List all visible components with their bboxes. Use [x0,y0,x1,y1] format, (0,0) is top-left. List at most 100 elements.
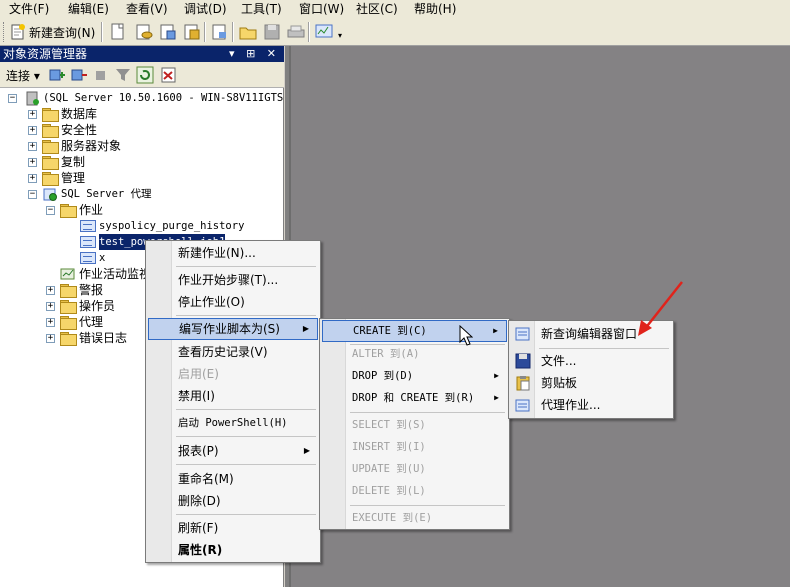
submenu-arrow-icon: ▶ [494,371,499,380]
menu-alter-to[interactable]: ALTER 到(A) [322,343,507,365]
menu-refresh[interactable]: 刷新(F) [148,517,318,539]
menu-label: 代理作业... [541,398,601,412]
expand-toggle[interactable]: + [28,142,37,151]
menu-label: CREATE 到(C) [353,325,427,337]
menu-label: DROP 到(D) [352,370,414,382]
object-explorer-toolbar: 连接 ▾ [0,62,284,88]
menu-rename[interactable]: 重命名(M) [148,468,318,490]
expand-toggle[interactable]: + [46,334,55,343]
menu-separator [539,348,669,349]
menu-script-job-as[interactable]: 编写作业脚本为(S) ▶ [148,318,318,340]
menu-stop-job[interactable]: 停止作业(O) [148,291,318,313]
new-file-icon[interactable] [108,22,128,42]
tree-label: 警报 [79,283,104,297]
expand-toggle[interactable]: + [28,110,37,119]
connect-object-icon[interactable] [48,66,66,84]
open-folder-icon[interactable] [238,22,258,42]
menu-debug[interactable]: 调试(D) [184,1,227,17]
menu-drop-create-to[interactable]: DROP 和 CREATE 到(R) ▶ [322,387,507,409]
menu-enable[interactable]: 启用(E) [148,363,318,385]
toolbar-overflow-icon[interactable]: ▾ [338,31,342,40]
expand-toggle[interactable]: + [28,126,37,135]
expand-toggle[interactable]: − [46,206,55,215]
tree-label: 操作员 [79,299,116,313]
dmx-query-icon[interactable] [210,22,230,42]
menu-delete[interactable]: 删除(D) [148,490,318,512]
menu-view[interactable]: 查看(V) [126,1,168,17]
expand-toggle[interactable]: + [46,286,55,295]
menu-tools[interactable]: 工具(T) [241,1,282,17]
menu-community[interactable]: 社区(C) [356,1,398,17]
menu-clipboard[interactable]: 剪贴板 [511,372,671,394]
stop-icon[interactable] [92,66,110,84]
tree-jobs[interactable]: 作业 [60,202,103,218]
expand-toggle[interactable]: + [46,318,55,327]
menu-delete-to[interactable]: DELETE 到(L) [322,480,507,502]
toolbar-separator [308,22,310,42]
sql-agent-icon [43,188,57,201]
tree-server-node[interactable]: (SQL Server 10.50.1600 - WIN-S8V11IGTS [24,90,283,106]
menu-create-to[interactable]: CREATE 到(C) ▶ [322,320,507,342]
menu-properties[interactable]: 属性(R) [148,539,318,561]
menu-insert-to[interactable]: INSERT 到(I) [322,436,507,458]
activity-monitor-icon[interactable] [314,22,334,42]
menu-agent-job[interactable]: 代理作业... [511,394,671,416]
server-label: (SQL Server 10.50.1600 - WIN-S8V11IGTS [43,92,284,104]
tree-job-item[interactable]: syspolicy_purge_history [80,218,244,234]
menu-view-history[interactable]: 查看历史记录(V) [148,341,318,363]
expand-toggle[interactable]: + [28,158,37,167]
menu-execute-to[interactable]: EXECUTE 到(E) [322,507,507,529]
job-icon [80,220,96,232]
xmla-query-icon[interactable] [182,22,202,42]
menu-file[interactable]: 文件(F) [9,1,49,17]
analysis-query-icon[interactable] [158,22,178,42]
database-query-icon[interactable] [134,22,154,42]
menu-start-job-at-step[interactable]: 作业开始步骤(T)... [148,269,318,291]
disconnect-icon[interactable] [70,66,88,84]
activity-monitor-icon [60,268,75,280]
menu-label: DROP 和 CREATE 到(R) [352,392,475,404]
refresh-icon[interactable] [136,66,154,84]
tree-replication[interactable]: 复制 [42,154,85,170]
tree-label: 作业 [79,203,104,217]
tree-alerts[interactable]: 警报 [60,282,103,298]
tree-operators[interactable]: 操作员 [60,298,115,314]
tree-security[interactable]: 安全性 [42,122,97,138]
menu-new-job[interactable]: 新建作业(N)... [148,242,318,264]
menu-start-powershell[interactable]: 启动 PowerShell(H) [148,412,318,434]
tree-label: 代理 [79,315,104,329]
panel-window-buttons[interactable]: ▾ ⊞ ✕ [229,46,280,62]
toolbar-grip[interactable] [3,22,6,42]
menu-label: 新查询编辑器窗口 [541,327,638,341]
menu-select-to[interactable]: SELECT 到(S) [322,414,507,436]
tree-proxies[interactable]: 代理 [60,314,103,330]
connect-button[interactable]: 连接 ▾ [6,67,40,84]
menu-help[interactable]: 帮助(H) [414,1,456,17]
expand-toggle[interactable]: − [28,190,37,199]
menu-disable[interactable]: 禁用(I) [148,385,318,407]
new-query-button[interactable]: 新建查询(N) [10,22,95,42]
folder-icon [42,139,59,154]
save-icon[interactable] [262,22,282,42]
menu-drop-to[interactable]: DROP 到(D) ▶ [322,365,507,387]
tree-management[interactable]: 管理 [42,170,85,186]
menu-window[interactable]: 窗口(W) [299,1,344,17]
expand-toggle[interactable]: − [8,94,17,103]
menu-reports[interactable]: 报表(P) ▶ [148,440,318,462]
script-as-submenu: CREATE 到(C) ▶ ALTER 到(A) DROP 到(D) ▶ DROP … [319,318,510,530]
tree-databases[interactable]: 数据库 [42,106,97,122]
menu-update-to[interactable]: UPDATE 到(U) [322,458,507,480]
tree-server-objects[interactable]: 服务器对象 [42,138,121,154]
print-icon[interactable] [286,22,306,42]
new-query-icon [11,24,25,40]
filter-icon[interactable] [114,66,132,84]
menu-file[interactable]: 文件... [511,350,671,372]
tree-job-item[interactable]: x [80,250,105,266]
script-icon[interactable] [160,66,178,84]
menu-edit[interactable]: 编辑(E) [68,1,109,17]
expand-toggle[interactable]: + [46,302,55,311]
folder-icon [42,123,59,138]
expand-toggle[interactable]: + [28,174,37,183]
tree-sql-agent[interactable]: SQL Server 代理 [42,186,152,202]
tree-error-logs[interactable]: 错误日志 [60,330,127,346]
